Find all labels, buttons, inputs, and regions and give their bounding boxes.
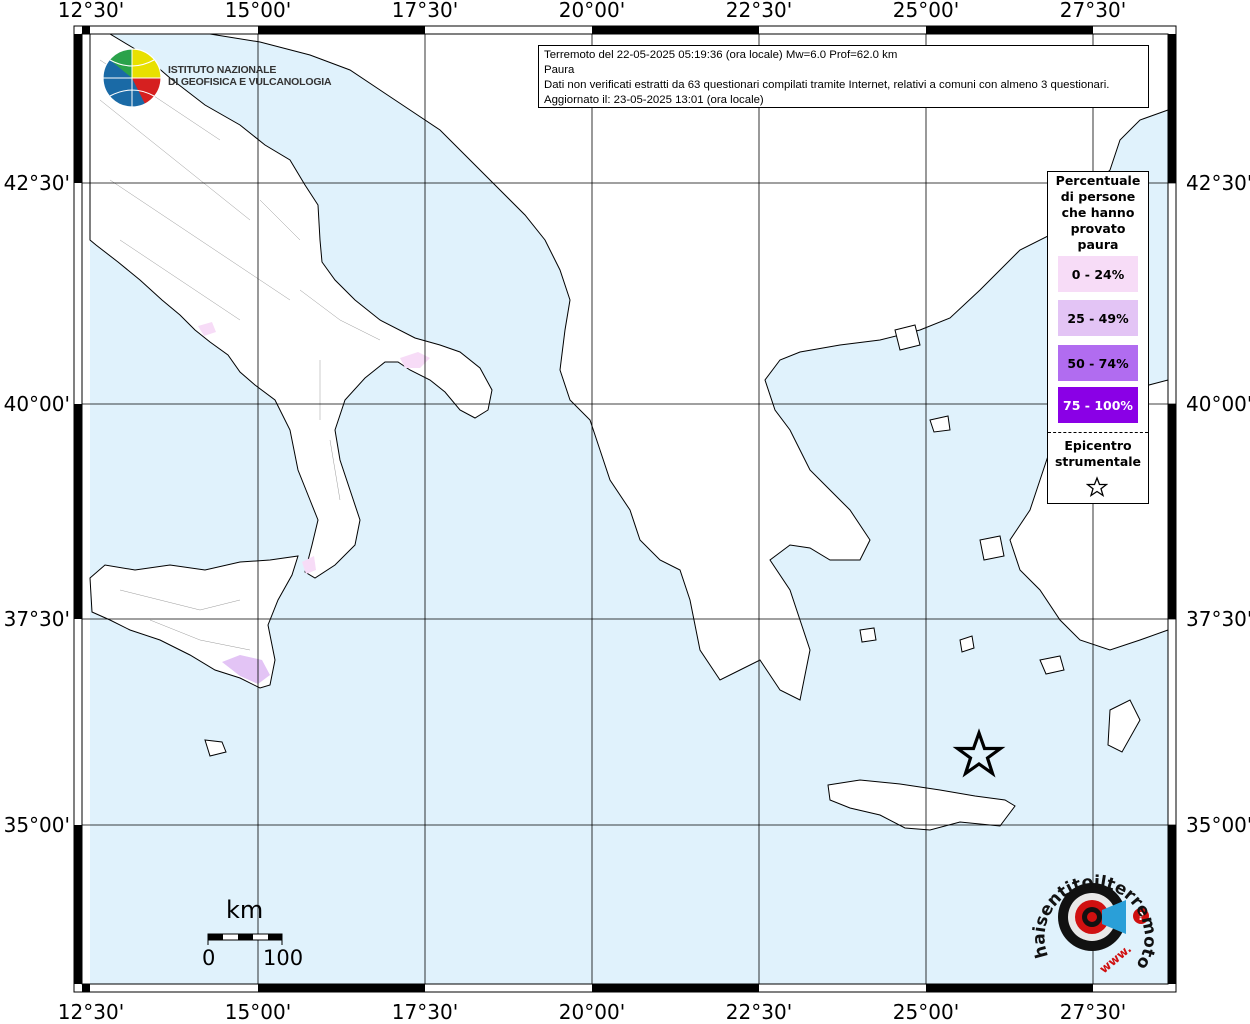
lon-label: 15°00' — [225, 0, 291, 22]
ingv-line2: DI GEOFISICA E VULCANOLOGIA — [168, 76, 332, 88]
lon-label: 22°30' — [726, 1000, 792, 1024]
lon-label: 25°00' — [893, 1000, 959, 1024]
star-outline-icon — [1086, 476, 1108, 498]
lon-label: 27°30' — [1060, 0, 1126, 22]
legend-title-line: paura — [1077, 237, 1119, 252]
lon-labels-bottom: 12°30' 15°00' 17°30' 20°00' 22°30' 25°00… — [58, 1000, 1126, 1024]
info-line4: Aggiornato il: 23-05-2025 13:01 (ora loc… — [544, 94, 764, 106]
lat-label: 35°00' — [1186, 813, 1250, 837]
lat-label: 42°30' — [4, 171, 70, 195]
lat-label: 37°30' — [1186, 607, 1250, 631]
lat-label: 40°00' — [1186, 392, 1250, 416]
legend-separator — [1048, 432, 1148, 433]
earthquake-info-box: Terremoto del 22-05-2025 05:19:36 (ora l… — [538, 45, 1149, 108]
legend: Percentuale di persone che hanno provato… — [1047, 171, 1149, 504]
ingv-line1: ISTITUTO NAZIONALE — [168, 64, 277, 76]
lat-label: 37°30' — [4, 607, 70, 631]
legend-class-2: 50 - 74% — [1058, 345, 1138, 381]
lat-label: 40°00' — [4, 392, 70, 416]
info-line1: Terremoto del 22-05-2025 05:19:36 (ora l… — [544, 49, 898, 61]
ingv-globe-icon — [102, 48, 162, 108]
info-line2: Paura — [544, 64, 575, 76]
lat-labels-left: 42°30' 40°00' 37°30' 35°00' — [4, 171, 70, 837]
lon-label: 22°30' — [726, 0, 792, 22]
lat-label: 35°00' — [4, 813, 70, 837]
lat-labels-right: 42°30' 40°00' 37°30' 35°00' — [1186, 171, 1250, 837]
scale-bar-max: 100 — [263, 946, 304, 970]
lon-label: 20°00' — [559, 0, 625, 22]
legend-title: Percentuale di persone che hanno provato… — [1048, 173, 1148, 253]
legend-title-line: Percentuale — [1055, 173, 1141, 188]
legend-epicenter-line: strumentale — [1054, 454, 1142, 469]
lon-label: 20°00' — [559, 1000, 625, 1024]
felt-map: 12°30' 15°00' 17°30' 20°00' 22°30' 25°00… — [0, 0, 1250, 1024]
legend-class-3: 75 - 100% — [1058, 387, 1138, 423]
legend-epicenter-label: Epicentro strumentale — [1048, 438, 1148, 470]
lon-label: 17°30' — [392, 1000, 458, 1024]
lon-label: 15°00' — [225, 1000, 291, 1024]
legend-class-0: 0 - 24% — [1058, 256, 1138, 292]
ingv-logo-text: ISTITUTO NAZIONALE DI GEOFISICA E VULCAN… — [168, 64, 332, 88]
legend-epicenter-line: Epicentro — [1064, 438, 1132, 453]
legend-title-line: provato — [1070, 221, 1126, 236]
scale-bar-title: km — [226, 896, 264, 924]
lon-label: 25°00' — [893, 0, 959, 22]
lon-label: 27°30' — [1060, 1000, 1126, 1024]
lon-label: 17°30' — [392, 0, 458, 22]
lon-labels-top: 12°30' 15°00' 17°30' 20°00' 22°30' 25°00… — [58, 0, 1126, 22]
scale-bar-min: 0 — [202, 946, 216, 970]
legend-title-line: di persone — [1060, 189, 1136, 204]
lat-label: 42°30' — [1186, 171, 1250, 195]
legend-title-line: che hanno — [1061, 205, 1135, 220]
lon-label: 12°30' — [58, 0, 124, 22]
legend-class-1: 25 - 49% — [1058, 300, 1138, 336]
lon-label: 12°30' — [58, 1000, 124, 1024]
info-line3: Dati non verificati estratti da 63 quest… — [544, 79, 1110, 91]
